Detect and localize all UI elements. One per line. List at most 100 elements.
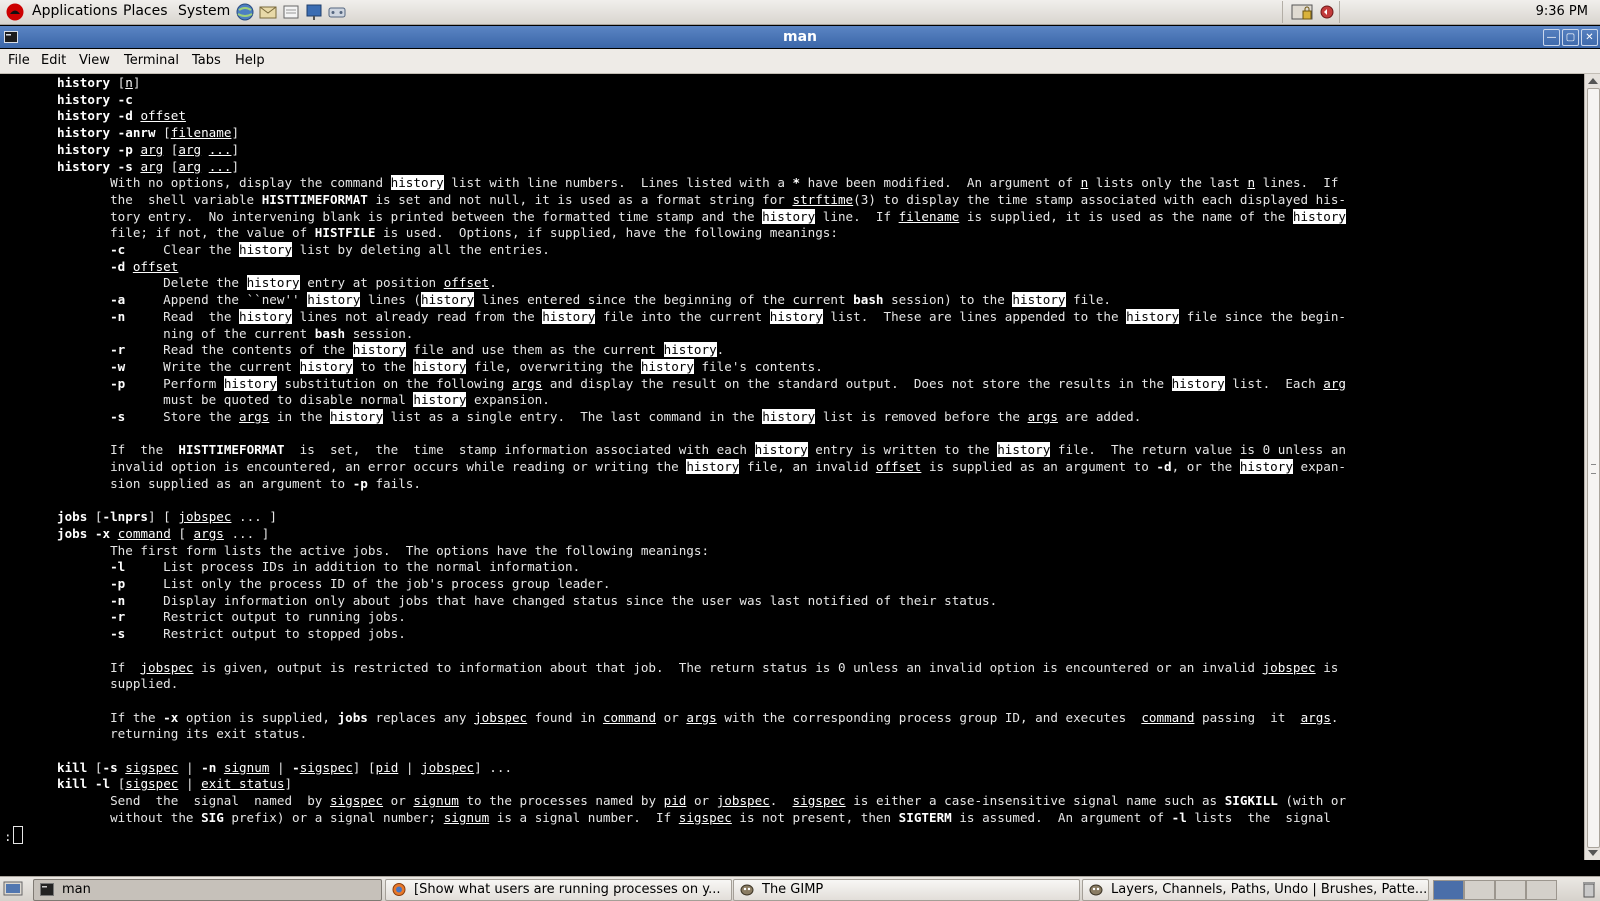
- terminal-text-span: the shell variable: [57, 191, 262, 207]
- terminal-line: :: [4, 825, 23, 844]
- system-menu[interactable]: System: [178, 3, 230, 19]
- terminal-text-span: file. The return value is 0 unless an: [1050, 442, 1346, 458]
- terminal-text-span: is supplied as an argument to: [921, 459, 1157, 475]
- terminal-text-span: -x: [94, 525, 111, 541]
- terminal-line: Send the signal named by sigspec or sign…: [57, 792, 1346, 809]
- places-menu[interactable]: Places: [123, 3, 168, 19]
- workspace-1[interactable]: [1433, 880, 1464, 900]
- terminal-view[interactable]: history [n] history -c history -d offset hi…: [0, 74, 1584, 860]
- terminal-text-span: [57, 342, 110, 357]
- terminal-text-span: ] [: [352, 759, 376, 775]
- clock[interactable]: 9:36 PM: [1536, 4, 1588, 19]
- terminal-text-span: -l: [110, 559, 126, 575]
- terminal-text-span: is assumed. An argument of: [951, 809, 1172, 825]
- window-titlebar[interactable]: man — ▢ ✕: [0, 26, 1600, 48]
- show-desktop-icon[interactable]: [3, 880, 23, 898]
- terminal-text-span: offset: [140, 108, 186, 124]
- terminal-text-span: history: [390, 175, 444, 191]
- terminal-text-span: entry is written to the: [807, 442, 998, 458]
- terminal-text-span: -d: [110, 258, 126, 274]
- terminal-text-span: history: [352, 342, 406, 358]
- lock-icon[interactable]: [1291, 3, 1313, 21]
- terminal-line: jobs [-lnprs] [ jobspec ... ]: [57, 508, 277, 525]
- terminal-text-span: If the: [57, 709, 164, 725]
- mail-icon[interactable]: [258, 2, 278, 22]
- network-icon[interactable]: [327, 2, 347, 22]
- menu-help[interactable]: Help: [235, 53, 265, 68]
- applications-menu[interactable]: Applications: [32, 3, 118, 19]
- globe-icon[interactable]: [235, 2, 255, 22]
- terminal-text-span: Store the: [125, 409, 239, 424]
- trash-icon[interactable]: [1581, 880, 1597, 898]
- scroll-down-arrow[interactable]: [1588, 850, 1598, 856]
- terminal-text-span: *: [792, 175, 801, 191]
- terminal-text-span: [57, 376, 110, 391]
- taskbar-item-gimp-docks[interactable]: Layers, Channels, Paths, Undo | Brushes,…: [1082, 879, 1429, 901]
- taskbar-item-man[interactable]: man: [33, 879, 382, 901]
- terminal-line: -a Append the ``new'' history lines (his…: [57, 291, 1111, 308]
- menu-tabs[interactable]: Tabs: [192, 53, 221, 68]
- workspace-2[interactable]: [1464, 880, 1495, 900]
- terminal-text-span: [110, 125, 118, 140]
- terminal-text-span: args: [238, 409, 270, 424]
- workspace-4[interactable]: [1526, 880, 1557, 900]
- terminal-text-span: prefix) or a signal number;: [223, 809, 444, 825]
- terminal-line: history -p arg [arg ...]: [57, 141, 239, 158]
- terminal-line: The first form lists the active jobs. Th…: [57, 542, 709, 559]
- terminal-text-span: jobspec: [178, 509, 232, 525]
- terminal-line: history -c: [57, 91, 133, 108]
- terminal-text-span: (with or: [1277, 793, 1347, 809]
- taskbar-item-firefox[interactable]: [Show what users are running processes o…: [385, 879, 732, 901]
- terminal-text-span: lines entered since the beginning of the…: [474, 292, 854, 308]
- terminal-text-span: filename: [170, 125, 232, 141]
- terminal-text-span: arg: [140, 141, 164, 157]
- terminal-text-span: The first form lists the active jobs. Th…: [57, 542, 710, 558]
- terminal-text-span: history: [57, 141, 111, 157]
- terminal-text-span: history: [762, 409, 816, 424]
- scrollbar-thumb[interactable]: [1587, 88, 1600, 848]
- terminal-text-span: arg: [178, 158, 202, 174]
- menu-file[interactable]: File: [8, 53, 30, 68]
- terminal-line: kill [-s sigspec | -n signum | -sigspec]…: [57, 759, 512, 776]
- terminal-text-span: -s: [117, 158, 133, 174]
- minimize-button[interactable]: —: [1543, 29, 1560, 46]
- terminal-line: without the SIG prefix) or a signal numb…: [57, 809, 1331, 826]
- presentation-icon[interactable]: [304, 2, 324, 22]
- terminal-text-span: |: [178, 776, 202, 792]
- maximize-button[interactable]: ▢: [1562, 29, 1579, 46]
- terminal-text-span: sigspec: [125, 759, 179, 775]
- terminal-text-span: SIGKILL: [1224, 793, 1278, 809]
- terminal-text-span: Read the: [125, 308, 239, 324]
- workspace-3[interactable]: [1495, 880, 1526, 900]
- terminal-text-span: to the: [352, 358, 414, 374]
- notes-icon[interactable]: [281, 2, 301, 22]
- terminal-text-span: .: [1330, 709, 1339, 725]
- terminal-text-span: -l: [1171, 809, 1187, 825]
- terminal-text-span: jobs: [57, 509, 88, 525]
- terminal-text-span: history: [1239, 459, 1293, 475]
- terminal-line: jobs -x command [ args ... ]: [57, 525, 269, 542]
- close-button[interactable]: ✕: [1581, 29, 1598, 46]
- volume-icon[interactable]: [1319, 3, 1335, 21]
- redhat-logo-icon[interactable]: [6, 3, 24, 21]
- taskbar-item-gimp[interactable]: The GIMP: [733, 879, 1080, 901]
- menu-terminal[interactable]: Terminal: [124, 53, 179, 68]
- terminal-text-span: option is supplied,: [178, 709, 338, 725]
- menu-edit[interactable]: Edit: [41, 53, 66, 68]
- terminal-text-span: , or the: [1171, 459, 1240, 475]
- terminal-text-span: is: [1315, 659, 1339, 675]
- scroll-up-arrow[interactable]: [1588, 78, 1598, 84]
- menu-view[interactable]: View: [79, 53, 110, 68]
- terminal-text-span: is set and not null, it is used as a for…: [367, 191, 793, 207]
- terminal-text-span: file and use them as the current: [405, 342, 664, 358]
- terminal-text-span: Append the ``new'': [125, 292, 308, 308]
- terminal-text-span: ]: [284, 776, 293, 792]
- vertical-scrollbar[interactable]: [1584, 74, 1600, 860]
- terminal-line: -r Restrict output to running jobs.: [57, 608, 406, 625]
- terminal-text-span: history: [686, 459, 740, 475]
- terminal-line: -l List process IDs in addition to the n…: [57, 558, 580, 575]
- terminal-text-span: -n: [110, 592, 126, 608]
- terminal-text-span: session.: [345, 325, 414, 341]
- terminal-text-span: sigspec: [125, 776, 179, 792]
- terminal-text-span: bash: [314, 325, 346, 341]
